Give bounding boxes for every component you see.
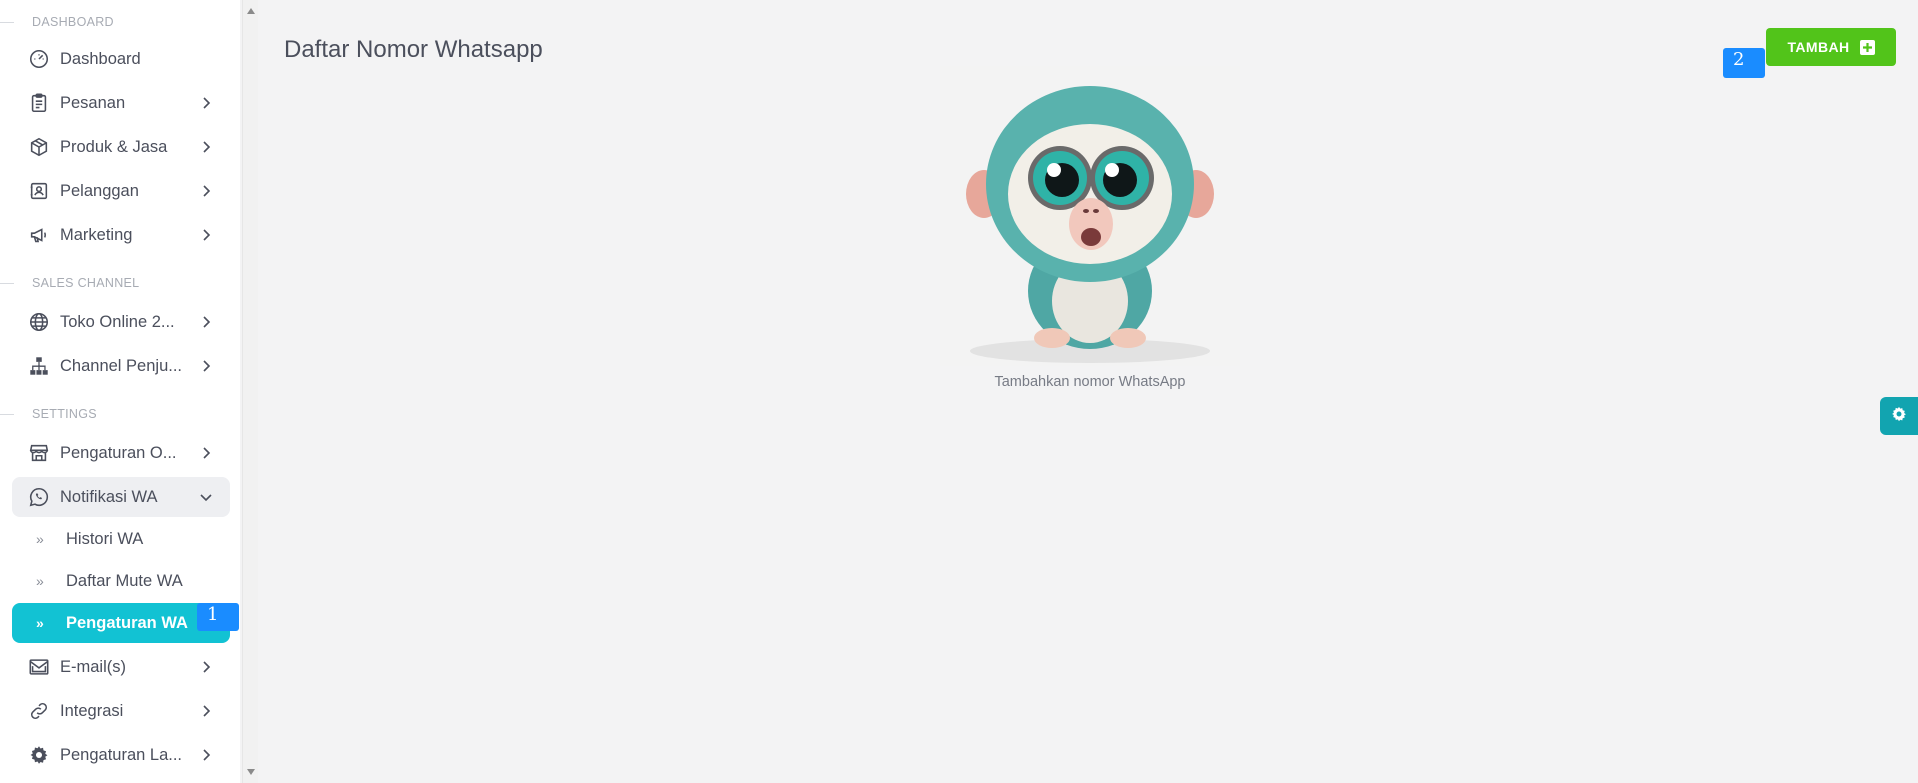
sidebar-subitem-label: Histori WA <box>66 529 144 548</box>
sidebar-item-dashboard[interactable]: Dashboard <box>12 39 230 79</box>
whatsapp-icon <box>28 486 50 508</box>
double-chevron-icon: » <box>36 531 44 547</box>
chevron-right-icon <box>198 183 214 199</box>
chevron-right-icon <box>198 358 214 374</box>
chevron-right-icon <box>198 227 214 243</box>
sidebar-item-pelanggan[interactable]: Pelanggan <box>12 171 230 211</box>
mail-icon <box>28 656 50 678</box>
sidebar-item-pengaturan-lanjutan[interactable]: Pengaturan La... <box>12 735 230 775</box>
sidebar-item-label: Marketing <box>60 225 133 244</box>
plus-square-icon <box>1859 39 1875 55</box>
chevron-down-icon <box>198 489 214 505</box>
sidebar-subitem-label: Daftar Mute WA <box>66 571 183 590</box>
box-icon <box>28 136 50 158</box>
sidebar-item-label: Pesanan <box>60 93 126 112</box>
empty-state-illustration <box>940 66 1240 366</box>
gear-icon <box>1890 405 1908 428</box>
annotation-marker-2: 2 <box>1723 48 1765 78</box>
sidebar-item-email[interactable]: E-mail(s) <box>12 647 230 687</box>
sidebar-item-label: Toko Online 2... <box>60 312 175 331</box>
globe-icon <box>28 311 50 333</box>
sidebar-item-pengaturan-outlet[interactable]: Pengaturan O... <box>12 433 230 473</box>
sidebar-item-label: Channel Penju... <box>60 356 183 375</box>
gear-icon <box>28 744 50 766</box>
sidebar-item-label: Pelanggan <box>60 181 139 200</box>
sidebar-scrollbar[interactable] <box>242 0 258 783</box>
contact-card-icon <box>28 180 50 202</box>
gauge-icon <box>28 48 50 70</box>
sidebar-item-label: Pengaturan O... <box>60 443 177 462</box>
sidebar-item-label: Produk & Jasa <box>60 137 168 156</box>
scroll-down-arrow-icon[interactable] <box>247 769 255 775</box>
chevron-right-icon <box>198 747 214 763</box>
sidebar-item-pesanan[interactable]: Pesanan <box>12 83 230 123</box>
main-content: Daftar Nomor Whatsapp Tambahkan nomor Wh… <box>260 0 1918 783</box>
chevron-right-icon <box>198 95 214 111</box>
chevron-right-icon <box>198 139 214 155</box>
store-icon <box>28 442 50 464</box>
sidebar-subitem-daftar-mute-wa[interactable]: » Daftar Mute WA <box>12 561 230 601</box>
section-title-sales-channel: SALES CHANNEL <box>0 276 140 290</box>
section-title-dashboard: DASHBOARD <box>0 15 114 29</box>
empty-state-text: Tambahkan nomor WhatsApp <box>994 374 1186 390</box>
annotation-marker-1: 1 <box>197 603 239 631</box>
sidebar-subitem-label: Pengaturan WA <box>66 613 188 632</box>
megaphone-icon <box>28 224 50 246</box>
sidebar-item-integrasi[interactable]: Integrasi <box>12 691 230 731</box>
sidebar-item-label: Notifikasi WA <box>60 487 158 506</box>
page-title: Daftar Nomor Whatsapp <box>284 36 543 63</box>
sitemap-icon <box>28 355 50 377</box>
sidebar-item-label: E-mail(s) <box>60 657 126 676</box>
sidebar-item-label: Pengaturan La... <box>60 745 183 764</box>
chevron-right-icon <box>198 314 214 330</box>
double-chevron-icon: » <box>36 573 44 589</box>
clipboard-icon <box>28 92 50 114</box>
sidebar-item-marketing[interactable]: Marketing <box>12 215 230 255</box>
sidebar-item-label: Dashboard <box>60 49 141 68</box>
chevron-right-icon <box>198 659 214 675</box>
sidebar: DASHBOARD Dashboard Pesanan Produk & Jas… <box>0 0 240 783</box>
sidebar-item-toko-online[interactable]: Toko Online 2... <box>12 302 230 342</box>
link-icon <box>28 700 50 722</box>
add-button-label: TAMBAH <box>1787 39 1850 55</box>
scroll-up-arrow-icon[interactable] <box>247 8 255 14</box>
chevron-right-icon <box>198 445 214 461</box>
sidebar-subitem-histori-wa[interactable]: » Histori WA <box>12 519 230 559</box>
add-button[interactable]: TAMBAH <box>1766 28 1896 66</box>
sidebar-item-channel-penjualan[interactable]: Channel Penju... <box>12 346 230 386</box>
sidebar-item-label: Integrasi <box>60 701 124 720</box>
section-title-settings: SETTINGS <box>0 407 97 421</box>
settings-fab-button[interactable] <box>1880 397 1918 435</box>
sidebar-item-notifikasi-wa[interactable]: Notifikasi WA <box>12 477 230 517</box>
sidebar-item-produk[interactable]: Produk & Jasa <box>12 127 230 167</box>
double-chevron-icon: » <box>36 615 44 631</box>
chevron-right-icon <box>198 703 214 719</box>
